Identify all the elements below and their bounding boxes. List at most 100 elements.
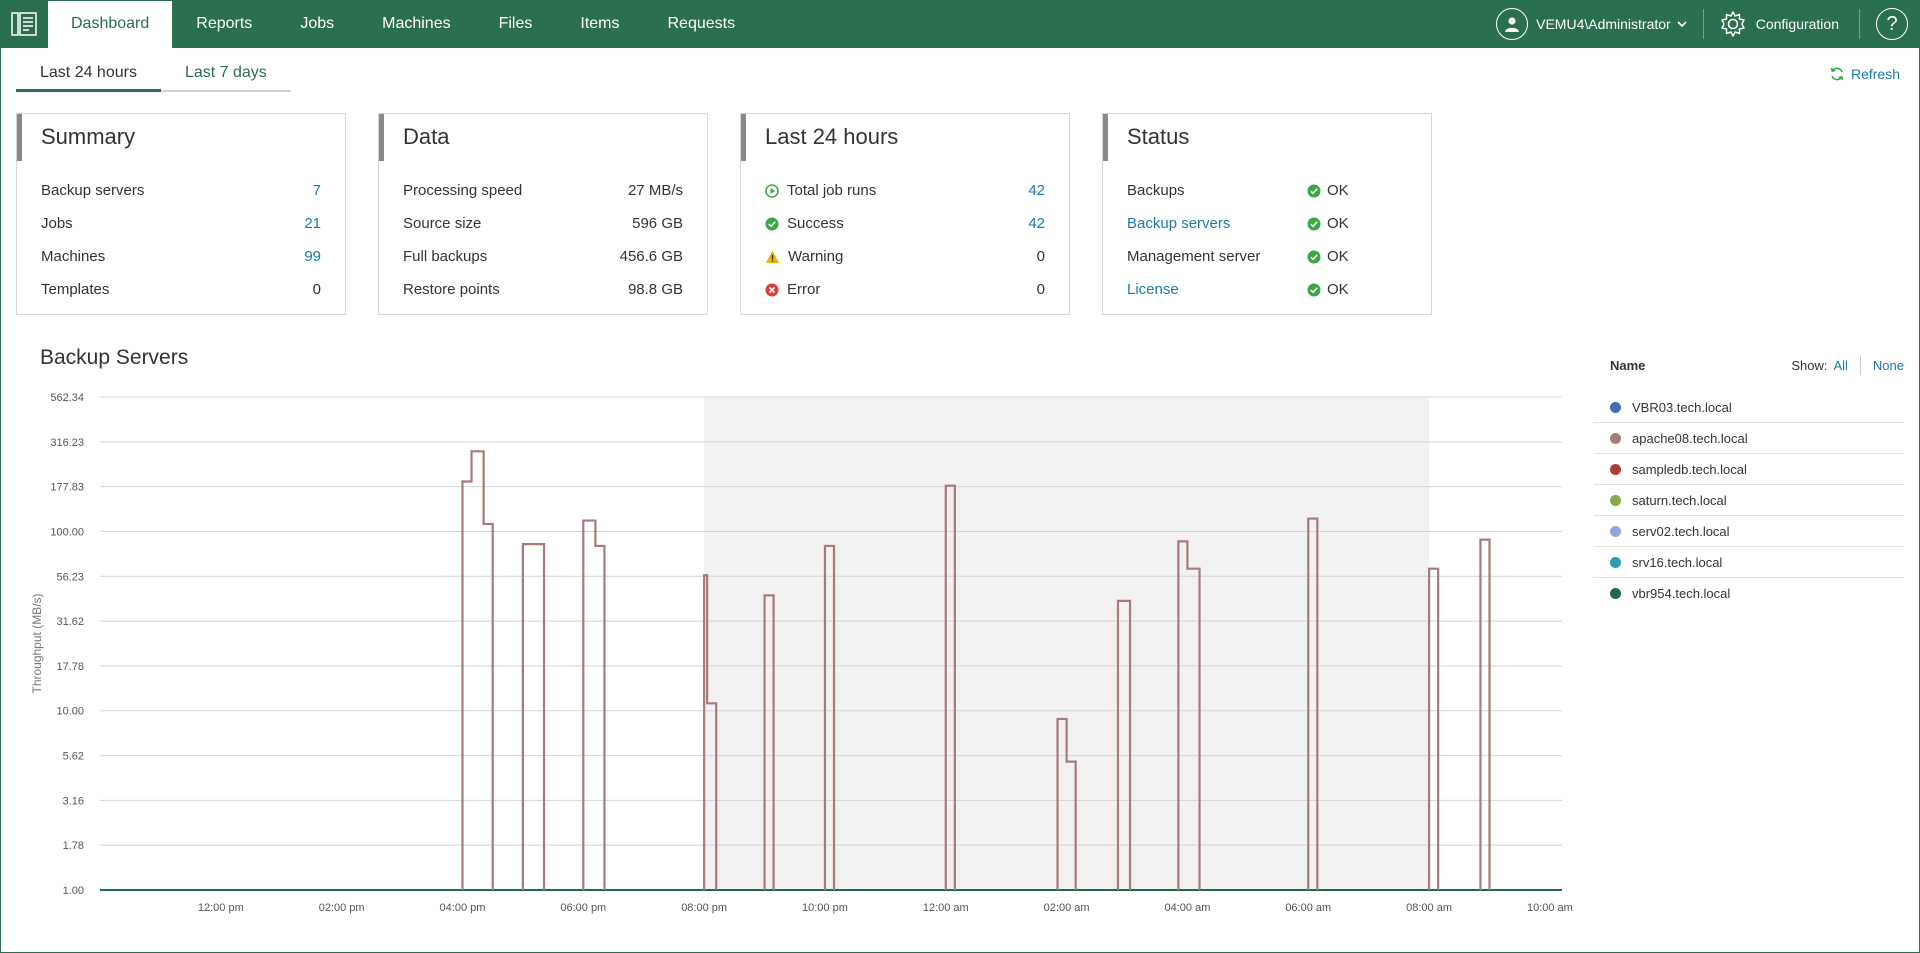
license-status-link[interactable]: License (1127, 281, 1179, 298)
legend-item-label: srv16.tech.local (1632, 554, 1723, 570)
legend-color-dot (1610, 588, 1621, 599)
help-icon[interactable]: ? (1876, 8, 1908, 40)
legend-item-label: vbr954.tech.local (1632, 586, 1731, 601)
check-circle-icon (1307, 283, 1321, 296)
x-tick-label: 06:00 pm (560, 902, 606, 914)
tab-last-7-days[interactable]: Last 7 days (161, 58, 291, 90)
success-row: Success 42 (765, 207, 1045, 240)
legend-item[interactable]: serv02.tech.local (1594, 516, 1904, 547)
legend-color-dot (1610, 401, 1621, 413)
refresh-label: Refresh (1850, 66, 1900, 82)
tab-last-24-hours[interactable]: Last 24 hours (16, 58, 161, 92)
y-tick-label: 316.23 (50, 437, 84, 449)
y-tick-label: 10.00 (56, 706, 84, 718)
legend-item-label: saturn.tech.local (1632, 492, 1727, 508)
legend-item[interactable]: apache08.tech.local (1594, 423, 1904, 454)
check-circle-icon (1307, 217, 1321, 230)
y-tick-label: 1.00 (63, 885, 84, 897)
highlight-band (704, 397, 1430, 890)
job-runs-row: Total job runs 42 (765, 174, 1045, 207)
status-title: Status (1127, 124, 1190, 149)
legend-item[interactable]: sampledb.tech.local (1594, 454, 1904, 485)
success-count-link[interactable]: 42 (1028, 215, 1045, 232)
chevron-down-icon (1677, 20, 1687, 28)
play-circle-icon (765, 183, 779, 198)
configuration-label: Configuration (1755, 16, 1839, 32)
data-row: Processing speed 27 MB/s (403, 174, 683, 207)
user-menu[interactable]: VEMU4\Administrator (1484, 0, 1703, 48)
throughput-chart: 562.34 316.23 177.83 100.00 56.23 31.62 17.78 1… (30, 392, 1573, 914)
error-count: 0 (1036, 281, 1045, 298)
summary-row: Templates 0 (41, 273, 321, 306)
legend-item-label: apache08.tech.local (1632, 430, 1748, 446)
check-circle-icon (1307, 250, 1321, 263)
legend-item-label: serv02.tech.local (1632, 523, 1730, 539)
nav-dashboard[interactable]: Dashboard (48, 0, 173, 48)
x-tick-label: 04:00 am (1165, 902, 1211, 914)
nav-requests[interactable]: Requests (644, 0, 760, 48)
backup-servers-status-link[interactable]: Backup servers (1127, 215, 1230, 232)
x-tick-label: 10:00 am (1527, 902, 1573, 914)
legend-color-dot (1610, 494, 1621, 506)
legend-show-none-link[interactable]: None (1873, 358, 1904, 373)
main-nav: Dashboard Reports Jobs Machines Files It… (48, 0, 759, 48)
y-tick-label: 56.23 (56, 571, 84, 583)
y-tick-label: 1.78 (63, 840, 84, 852)
templates-count: 0 (312, 281, 321, 298)
machines-count-link[interactable]: 99 (304, 248, 321, 265)
status-card: Status Backups OK Backup servers OK Mana… (1102, 113, 1432, 315)
legend-item[interactable]: saturn.tech.local (1594, 485, 1904, 516)
status-label: Management server (1127, 248, 1261, 265)
data-row: Restore points 98.8 GB (403, 273, 683, 306)
legend-item[interactable]: srv16.tech.local (1594, 547, 1904, 578)
status-value: OK (1327, 281, 1349, 298)
legend-list: VBR03.tech.local apache08.tech.local sampl… (1594, 392, 1904, 609)
x-tick-label: 02:00 pm (319, 902, 365, 914)
warning-row: Warning 0 (765, 240, 1045, 273)
status-value: OK (1327, 182, 1349, 199)
x-tick-label: 06:00 am (1285, 902, 1331, 914)
summary-label: Jobs (41, 215, 73, 232)
legend-item[interactable]: vbr954.tech.local (1594, 578, 1904, 609)
x-tick-label: 12:00 pm (198, 902, 244, 914)
jobs-count-link[interactable]: 21 (304, 215, 321, 232)
warning-label: Warning (788, 248, 844, 265)
total-job-runs-link[interactable]: 42 (1028, 182, 1045, 199)
user-name: VEMU4\Administrator (1536, 16, 1671, 32)
status-row: Backup servers OK (1127, 207, 1407, 240)
legend-item[interactable]: VBR03.tech.local (1594, 392, 1904, 423)
nav-jobs[interactable]: Jobs (276, 0, 358, 48)
legend-item-label: sampledb.tech.local (1632, 461, 1747, 477)
app-logo-icon[interactable] (0, 0, 48, 48)
backup-servers-chart-title: Backup Servers (40, 346, 189, 369)
nav-reports[interactable]: Reports (172, 0, 276, 48)
legend-show-all-link[interactable]: All (1833, 358, 1847, 373)
status-value: OK (1327, 248, 1349, 265)
refresh-icon (1830, 67, 1844, 81)
y-axis-label: Throughput (MB/s) (30, 593, 44, 693)
refresh-button[interactable]: Refresh (1829, 66, 1900, 82)
last-24-hours-card: Last 24 hours Total job runs 42 Success … (740, 113, 1070, 315)
data-value: 596 GB (632, 215, 683, 232)
summary-title: Summary (41, 124, 136, 149)
legend-header: Name Show: All None (1594, 352, 1904, 378)
backup-servers-count-link[interactable]: 7 (313, 182, 321, 199)
card-accent-bar (17, 114, 22, 161)
data-value: 27 MB/s (627, 182, 683, 199)
y-tick-label: 17.78 (56, 661, 84, 673)
top-navigation-bar: Dashboard Reports Jobs Machines Files It… (0, 0, 1920, 48)
x-tick-label: 04:00 pm (440, 902, 486, 914)
data-label: Source size (403, 215, 482, 232)
last-24-hours-title: Last 24 hours (765, 124, 899, 149)
summary-row: Backup servers 7 (41, 174, 321, 207)
nav-machines[interactable]: Machines (358, 0, 474, 48)
nav-items[interactable]: Items (556, 0, 643, 48)
period-tabs: Last 24 hours Last 7 days (16, 58, 291, 92)
error-label: Error (787, 281, 821, 298)
divider (1859, 355, 1861, 375)
configuration-button[interactable]: Configuration (1704, 0, 1859, 48)
summary-card: Summary Backup servers 7 Jobs 21 Machine… (16, 113, 346, 315)
data-card: Data Processing speed 27 MB/s Source siz… (378, 113, 708, 315)
success-label: Success (787, 215, 844, 232)
nav-files[interactable]: Files (475, 0, 557, 48)
